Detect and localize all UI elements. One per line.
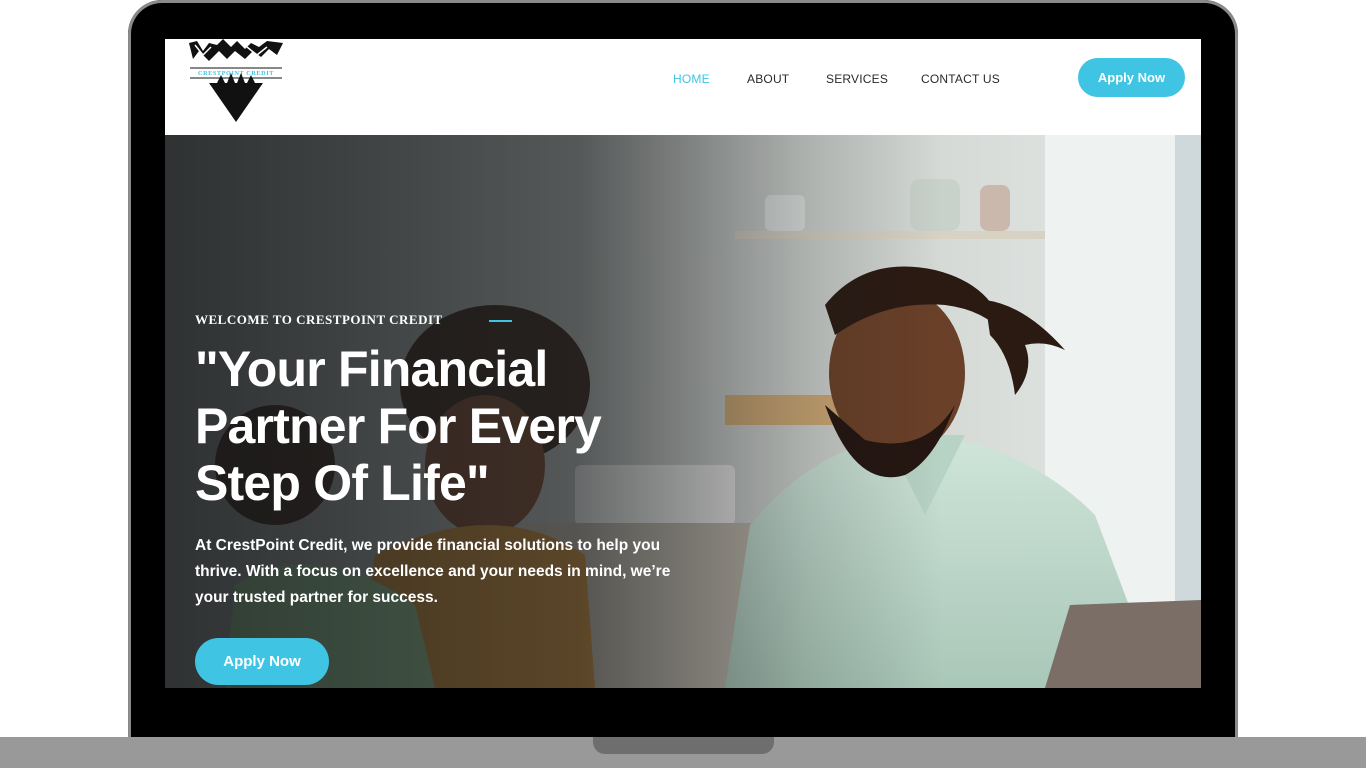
nav-item-about[interactable]: ABOUT (747, 72, 789, 86)
mountain-logo-icon: CRESTPOINT CREDIT (189, 39, 283, 122)
laptop-mockup: CRESTPOINT CREDIT HOME ABOUT SERVICES CO… (0, 0, 1366, 768)
hero-eyebrow: WELCOME TO CRESTPOINT CREDIT (195, 312, 443, 327)
nav-item-home[interactable]: HOME (673, 72, 710, 86)
hero-apply-now-button[interactable]: Apply Now (195, 638, 329, 685)
laptop-notch (593, 737, 774, 754)
logo-wordmark: CRESTPOINT CREDIT (198, 70, 274, 77)
laptop-screen: CRESTPOINT CREDIT HOME ABOUT SERVICES CO… (165, 39, 1201, 688)
nav-item-contact-us[interactable]: CONTACT US (921, 72, 1000, 86)
site-header: CRESTPOINT CREDIT HOME ABOUT SERVICES CO… (165, 39, 1201, 135)
hero-description: At CrestPoint Credit, we provide financi… (195, 537, 671, 606)
hero-headline: "Your Financial Partner For Every Step O… (195, 341, 602, 511)
eyebrow-accent-line (489, 320, 512, 322)
nav-item-services[interactable]: SERVICES (826, 72, 888, 86)
hero-section: WELCOME TO CRESTPOINT CREDIT "Your Finan… (165, 135, 1201, 688)
header-apply-now-button[interactable]: Apply Now (1078, 58, 1185, 97)
crestpoint-logo[interactable]: CRESTPOINT CREDIT (187, 39, 285, 125)
